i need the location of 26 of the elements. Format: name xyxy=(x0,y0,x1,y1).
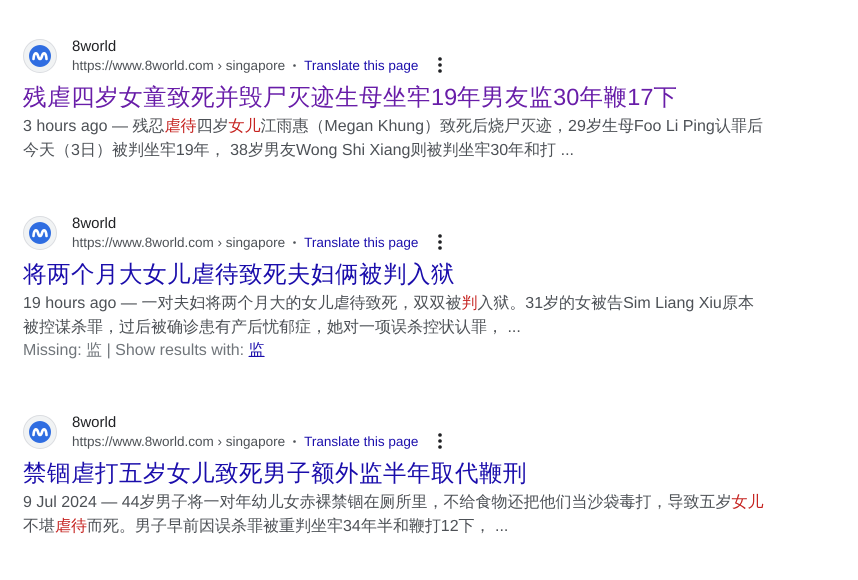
translate-link[interactable]: Translate this page xyxy=(304,58,418,72)
translate-link[interactable]: Translate this page xyxy=(304,234,418,250)
translate-link[interactable]: Translate this page xyxy=(304,434,418,448)
missing-terms-text: Missing: 监 | Show results with: xyxy=(23,341,246,361)
more-options-icon[interactable] xyxy=(438,57,442,73)
result-snippet: 9 Jul 2024 — 44岁男子将一对年幼儿女赤裸禁锢在厕所里，不给食物还把他们当沙袋毒打，导致五岁女儿 不堪虐待而死。男子早前因误杀罪被重判坐牢34年半和鞭打12下， ... xyxy=(23,492,765,537)
site-name: 8world xyxy=(72,215,118,232)
site-name: 8world xyxy=(72,414,118,431)
site-name: 8world xyxy=(72,38,118,55)
more-options-icon[interactable] xyxy=(438,234,442,250)
site-logo-icon xyxy=(23,414,57,448)
site-logo-icon xyxy=(23,38,57,72)
show-results-link[interactable]: 监 xyxy=(248,340,265,362)
result-title-link[interactable]: 残虐四岁女童致死并毁尸灭迹生母坐牢19年男友监30年鞭17下 xyxy=(23,83,858,111)
result-url: https://www.8world.com › singapore xyxy=(72,434,286,448)
result-url: https://www.8world.com › singapore xyxy=(72,58,286,72)
more-options-icon[interactable] xyxy=(438,433,442,449)
result-title-link[interactable]: 将两个月大女儿虐待致死夫妇俩被判入狱 xyxy=(23,260,858,288)
separator-dot-icon xyxy=(293,440,296,442)
result-snippet: 19 hours ago — 一对夫妇将两个月大的女儿虐待致死，双双被判入狱。31岁的女被告Sim Liang Xiu原本 被控谋杀罪，过后被确诊患有产后忧郁症，她对一项误杀控状认罪， ... xyxy=(23,294,755,338)
result-snippet: 3 hours ago — 残忍虐待四岁女儿江雨惠（Megan Khung）致死后烧尸灭迹，29岁生母Foo Li Ping认罪后 今天（3日）被判坐牢19年， 38岁男友Wong Shi Xiang则被判坐牢30年和打 ... xyxy=(23,116,764,161)
result-url: https://www.8world.com › singapore xyxy=(72,234,286,250)
separator-dot-icon xyxy=(293,64,296,66)
result-title-link[interactable]: 禁锢虐打五岁女儿致死男子额外监半年取代鞭刑 xyxy=(23,459,858,487)
separator-dot-icon xyxy=(293,240,296,244)
site-logo-icon xyxy=(23,216,57,250)
